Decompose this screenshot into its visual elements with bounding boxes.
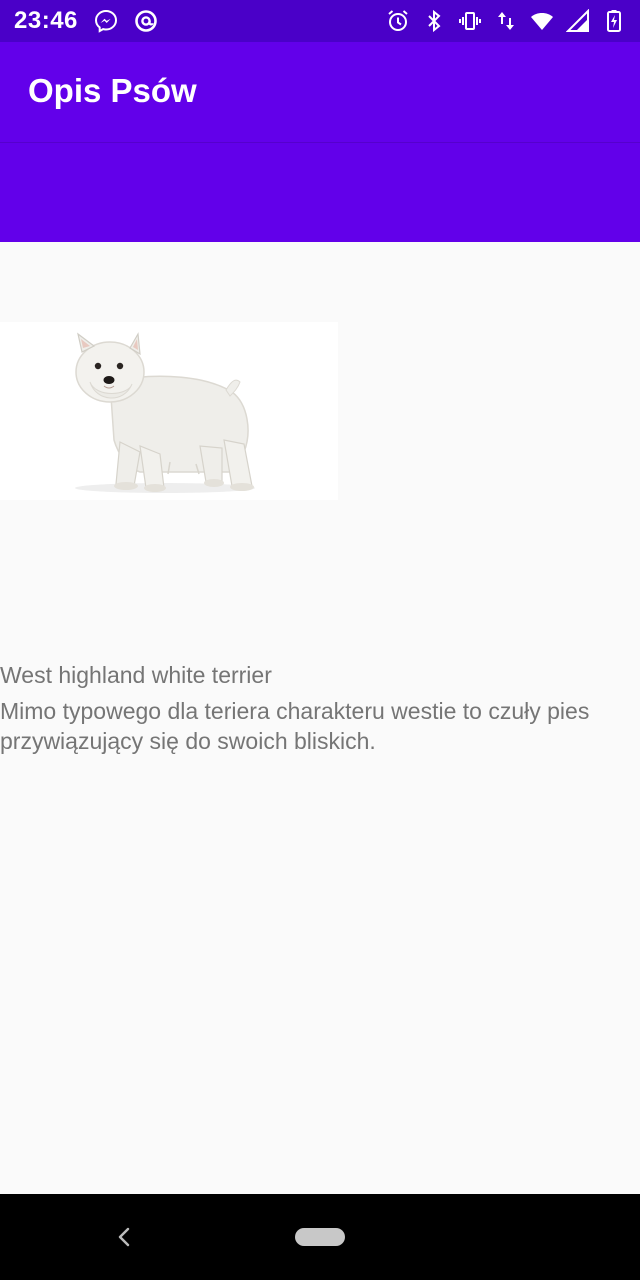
home-pill-icon[interactable] bbox=[295, 1228, 345, 1246]
cell-signal-icon bbox=[566, 9, 590, 33]
status-bar: 23:46 bbox=[0, 0, 640, 42]
status-right bbox=[386, 9, 626, 33]
breed-name: West highland white terrier bbox=[0, 662, 272, 688]
data-arrows-icon bbox=[494, 9, 518, 33]
breed-description: Mimo typowego dla teriera charakteru wes… bbox=[0, 698, 590, 754]
wifi-icon bbox=[530, 9, 554, 33]
back-icon[interactable] bbox=[110, 1222, 138, 1252]
app-bar: Opis Psów bbox=[0, 42, 640, 242]
status-clock: 23:46 bbox=[14, 7, 78, 34]
battery-charging-icon bbox=[602, 9, 626, 33]
navigation-bar bbox=[0, 1194, 640, 1280]
alarm-icon bbox=[386, 9, 410, 33]
app-bar-divider bbox=[0, 142, 640, 143]
dog-photo bbox=[0, 322, 338, 500]
app-title: Opis Psów bbox=[28, 72, 197, 109]
vibrate-icon bbox=[458, 9, 482, 33]
status-left: 23:46 bbox=[14, 7, 158, 35]
at-sign-icon bbox=[134, 9, 158, 33]
bluetooth-icon bbox=[422, 9, 446, 33]
messenger-icon bbox=[94, 9, 118, 33]
